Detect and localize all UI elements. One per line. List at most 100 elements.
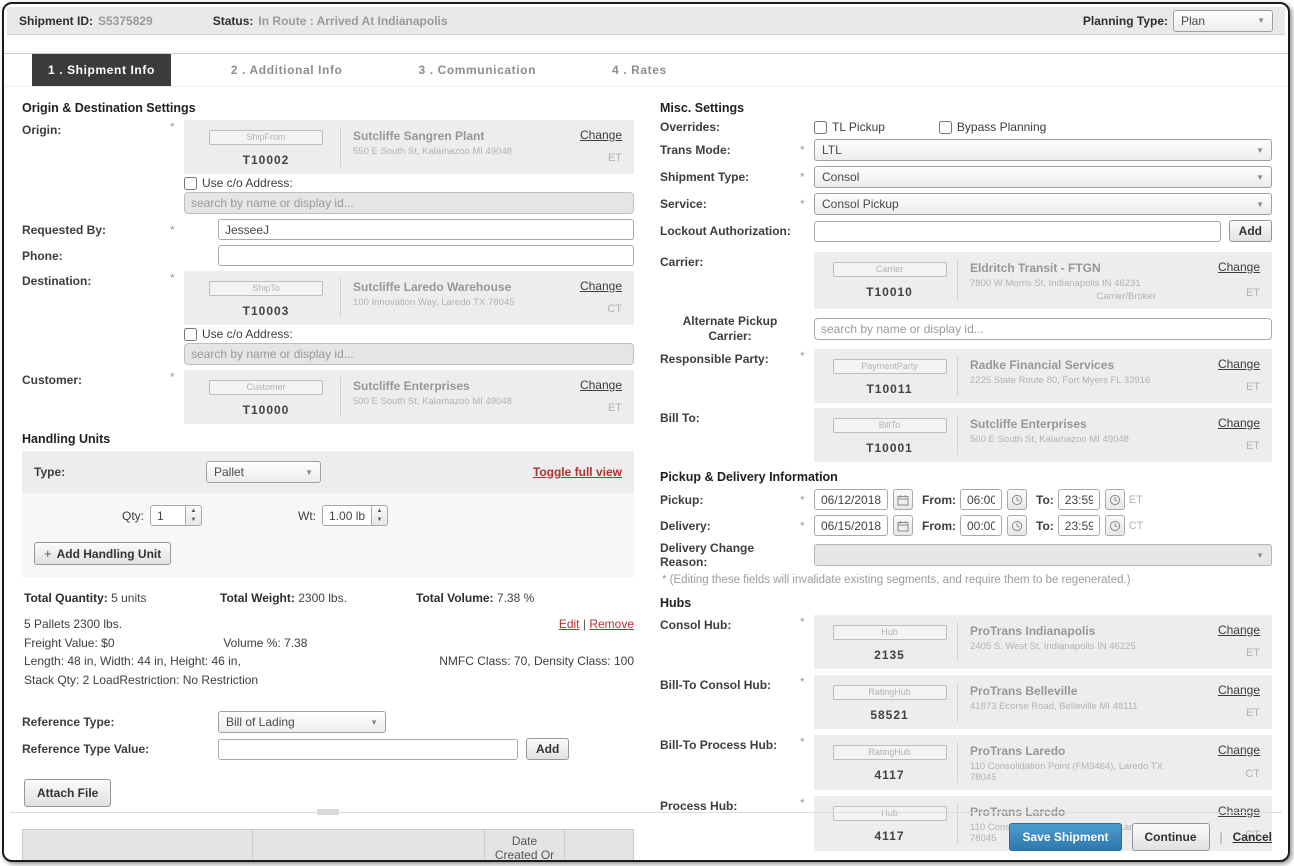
- delivery-from-time-input[interactable]: [960, 515, 1002, 536]
- attach-file-button[interactable]: Attach File: [24, 779, 111, 807]
- tl-pickup-checkbox[interactable]: [814, 121, 827, 134]
- tab-communication[interactable]: 3 . Communication: [403, 54, 553, 86]
- bill-to-consol-hub-change-link[interactable]: Change: [1218, 683, 1260, 697]
- remove-unit-link[interactable]: Remove: [589, 617, 634, 631]
- bill-to-consol-hub-address: 41873 Ecorse Road, Belleville MI 48111: [970, 701, 1180, 712]
- shipment-id-label: Shipment ID:: [19, 14, 93, 28]
- origin-use-co-checkbox[interactable]: [184, 177, 197, 190]
- bill-to-change-link[interactable]: Change: [1218, 416, 1260, 430]
- bypass-planning-checkbox[interactable]: [939, 121, 952, 134]
- total-quantity-label: Total Quantity:: [24, 591, 108, 605]
- qty-down-icon[interactable]: ▼: [186, 516, 201, 526]
- phone-input[interactable]: [218, 245, 634, 266]
- hu-type-select[interactable]: Pallet ▼: [206, 461, 321, 483]
- consol-hub-change-link[interactable]: Change: [1218, 623, 1260, 637]
- required-mark: *: [800, 796, 814, 810]
- qty-input[interactable]: [150, 505, 186, 526]
- responsible-party-change-link[interactable]: Change: [1218, 357, 1260, 371]
- nmfc-class: NMFC Class: 70, Density Class: 100: [439, 652, 634, 671]
- delivery-change-reason-label: Delivery Change Reason:: [660, 541, 800, 569]
- required-mark: *: [170, 120, 184, 134]
- clock-icon[interactable]: [1105, 515, 1125, 536]
- origin-label: Origin:: [22, 120, 170, 137]
- delivery-change-reason-select[interactable]: ▼: [814, 544, 1272, 566]
- bill-to-consol-hub-id: 58521: [822, 708, 957, 722]
- delivery-label: Delivery:: [660, 519, 800, 533]
- responsible-party-name: Radke Financial Services: [970, 358, 1180, 372]
- required-mark: *: [170, 370, 184, 384]
- reference-type-select[interactable]: Bill of Lading ▼: [218, 711, 386, 733]
- shipment-id-value: S5375829: [98, 14, 153, 28]
- lockout-authorization-input[interactable]: [814, 221, 1221, 242]
- calendar-icon[interactable]: [893, 489, 913, 510]
- required-mark: *: [800, 735, 814, 749]
- planning-type-select[interactable]: Plan ▼: [1173, 10, 1273, 32]
- reference-add-button[interactable]: Add: [526, 738, 569, 760]
- misc-settings-title: Misc. Settings: [660, 101, 1272, 115]
- reference-value-label: Reference Type Value:: [22, 742, 170, 756]
- carrier-change-link[interactable]: Change: [1218, 260, 1260, 274]
- origin-change-link[interactable]: Change: [580, 128, 622, 142]
- footer-separator: |: [1220, 830, 1223, 844]
- cancel-link[interactable]: Cancel: [1233, 830, 1272, 844]
- pickup-timezone: ET: [1129, 494, 1143, 506]
- required-mark: *: [800, 615, 814, 629]
- add-handling-unit-button[interactable]: + Add Handling Unit: [34, 542, 171, 565]
- pickup-date-input[interactable]: [814, 489, 888, 510]
- required-mark: *: [170, 271, 184, 285]
- pickup-delivery-title: Pickup & Delivery Information: [660, 470, 1272, 484]
- lockout-add-button[interactable]: Add: [1229, 220, 1272, 242]
- shipto-badge: ShipTo: [209, 281, 323, 296]
- bill-to-card: BillTo T10001 Sutcliffe Enterprises 500 …: [814, 408, 1272, 462]
- destination-name: Sutcliffe Laredo Warehouse: [353, 280, 542, 294]
- clock-icon[interactable]: [1007, 515, 1027, 536]
- delivery-date-input[interactable]: [814, 515, 888, 536]
- wt-down-icon[interactable]: ▼: [372, 516, 387, 526]
- chevron-down-icon: ▼: [370, 718, 378, 727]
- wt-up-icon[interactable]: ▲: [372, 506, 387, 516]
- clock-icon[interactable]: [1007, 489, 1027, 510]
- requested-by-label: Requested By:: [22, 223, 170, 237]
- pickup-from-time-input[interactable]: [960, 489, 1002, 510]
- requested-by-input[interactable]: [218, 219, 634, 240]
- wt-input[interactable]: [322, 505, 372, 526]
- trans-mode-value: LTL: [822, 143, 842, 157]
- reference-value-input[interactable]: [218, 739, 518, 760]
- billto-badge: BillTo: [833, 418, 947, 433]
- responsible-party-timezone: ET: [1246, 381, 1260, 393]
- save-shipment-button[interactable]: Save Shipment: [1009, 823, 1121, 851]
- consol-hub-label: Consol Hub:: [660, 615, 800, 632]
- process-hub-change-link[interactable]: Change: [1218, 804, 1260, 818]
- delivery-timezone: CT: [1129, 520, 1144, 532]
- service-select[interactable]: Consol Pickup ▼: [814, 193, 1272, 215]
- trans-mode-select[interactable]: LTL ▼: [814, 139, 1272, 161]
- bill-to-process-hub-change-link[interactable]: Change: [1218, 743, 1260, 757]
- shipment-type-select[interactable]: Consol ▼: [814, 166, 1272, 188]
- carrier-card: Carrier T10010 Eldritch Transit - FTGN 7…: [814, 252, 1272, 309]
- origin-co-search-input[interactable]: [184, 192, 634, 214]
- edit-unit-link[interactable]: Edit: [559, 617, 580, 631]
- plus-icon: +: [44, 546, 52, 561]
- unit-dimensions: Length: 48 in, Width: 44 in, Height: 46 …: [24, 652, 241, 671]
- tab-rates[interactable]: 4 . Rates: [596, 54, 683, 86]
- continue-button[interactable]: Continue: [1132, 823, 1210, 851]
- toggle-full-view-link[interactable]: Toggle full view: [533, 465, 622, 479]
- customer-change-link[interactable]: Change: [580, 378, 622, 392]
- destination-co-search-input[interactable]: [184, 343, 634, 365]
- destination-change-link[interactable]: Change: [580, 279, 622, 293]
- qty-up-icon[interactable]: ▲: [186, 506, 201, 516]
- stack-qty: Stack Qty: 2 LoadRestriction: No Restric…: [24, 671, 634, 690]
- pickup-to-time-input[interactable]: [1058, 489, 1100, 510]
- clock-icon[interactable]: [1105, 489, 1125, 510]
- required-mark: *: [800, 493, 814, 507]
- tab-shipment-info[interactable]: 1 . Shipment Info: [32, 54, 171, 86]
- chevron-down-icon: ▼: [1256, 551, 1264, 560]
- calendar-icon[interactable]: [893, 515, 913, 536]
- alternate-carrier-search-input[interactable]: [814, 318, 1272, 340]
- bypass-planning-label: Bypass Planning: [957, 120, 1046, 134]
- origin-destination-title: Origin & Destination Settings: [22, 101, 634, 115]
- destination-address: 100 Innovation Way, Laredo TX 78045: [353, 297, 542, 308]
- destination-use-co-checkbox[interactable]: [184, 328, 197, 341]
- delivery-to-time-input[interactable]: [1058, 515, 1100, 536]
- tab-additional-info[interactable]: 2 . Additional Info: [215, 54, 359, 86]
